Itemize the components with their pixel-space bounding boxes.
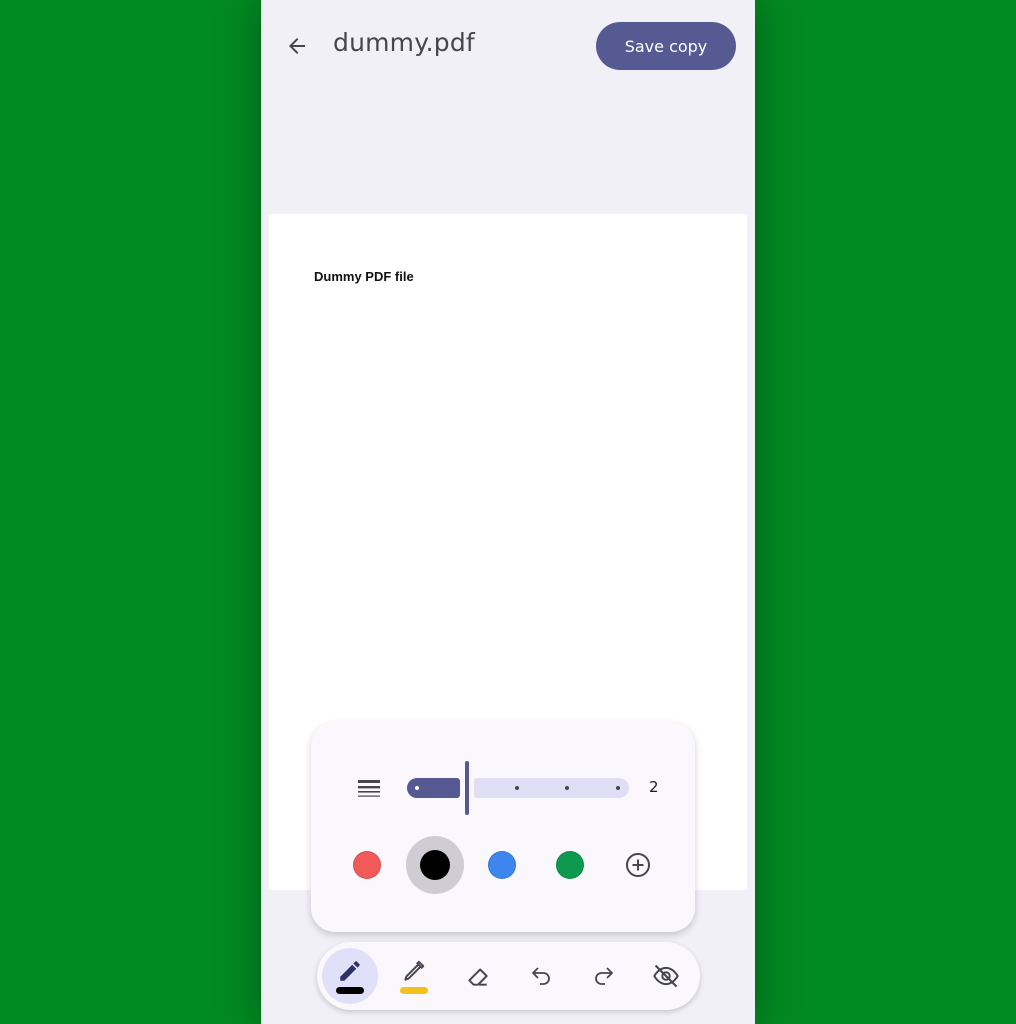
save-copy-button[interactable]: Save copy <box>596 22 736 70</box>
back-button[interactable] <box>277 26 317 66</box>
stroke-width-value: 2 <box>649 778 659 796</box>
redo-icon <box>595 967 613 985</box>
slider-thumb[interactable] <box>465 761 469 815</box>
visibility-off-icon <box>653 964 679 988</box>
line-weight-icon <box>358 780 380 797</box>
highlighter-color-indicator <box>400 987 428 994</box>
pdf-page-text: Dummy PDF file <box>314 269 414 284</box>
undo-button[interactable] <box>513 948 569 1004</box>
pen-tool-button[interactable] <box>322 948 378 1004</box>
pen-color-indicator <box>336 987 364 994</box>
stroke-width-slider[interactable] <box>407 761 631 817</box>
undo-icon <box>532 967 550 985</box>
annotation-toolbar <box>317 942 700 1010</box>
pen-settings-panel: 2 <box>311 722 695 932</box>
hide-annotations-button[interactable] <box>638 948 694 1004</box>
phone-screen: dummy.pdf Save copy Dummy PDF file 2 <box>261 0 755 1024</box>
highlighter-tool-button[interactable] <box>386 948 442 1004</box>
eraser-tool-button[interactable] <box>450 948 506 1004</box>
document-title: dummy.pdf <box>333 28 475 57</box>
slider-tick <box>515 786 519 790</box>
slider-tick <box>565 786 569 790</box>
color-swatch[interactable] <box>556 851 584 879</box>
top-app-bar: dummy.pdf Save copy <box>261 0 755 94</box>
color-swatch[interactable] <box>353 851 381 879</box>
add-circle-icon[interactable] <box>625 852 651 878</box>
eraser-icon <box>468 968 488 986</box>
slider-inactive-track <box>474 778 629 798</box>
redo-button[interactable] <box>576 948 632 1004</box>
color-swatch[interactable] <box>420 850 450 880</box>
slider-tick <box>616 786 620 790</box>
color-swatch[interactable] <box>488 851 516 879</box>
slider-tick <box>415 786 419 790</box>
arrow-back-icon <box>289 38 305 54</box>
highlighter-icon <box>404 960 425 981</box>
pen-icon <box>340 961 360 981</box>
